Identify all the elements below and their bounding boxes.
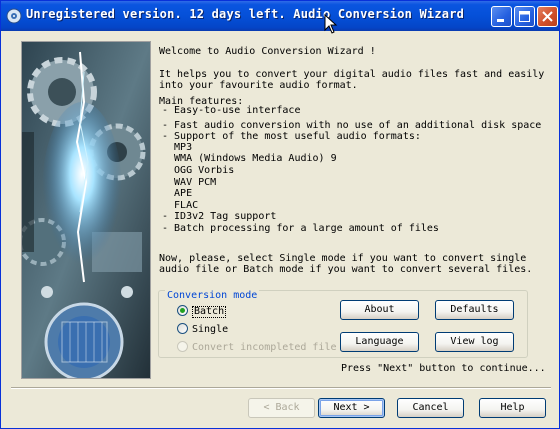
batch-radio[interactable] <box>177 305 188 316</box>
close-icon <box>542 11 553 22</box>
window-title: Unregistered version. 12 days left. Audi… <box>26 7 465 21</box>
minimize-icon <box>497 19 504 22</box>
format-item: OGG Vorbis <box>162 165 235 176</box>
format-item: WAV PCM <box>162 177 217 188</box>
next-button[interactable]: Next > <box>318 398 385 418</box>
format-item: WMA (Windows Media Audio) 9 <box>162 153 337 164</box>
defaults-button[interactable]: Defaults <box>435 300 514 320</box>
view-log-button[interactable]: View log <box>435 332 514 352</box>
batch-radio-label[interactable]: Batch <box>192 306 227 318</box>
instruction-line-1: Now, please, select Single mode if you w… <box>159 253 527 264</box>
convert-incompleted-label: Convert incompleted file <box>192 342 337 353</box>
radio-selected-dot <box>180 308 185 313</box>
help-button[interactable]: Help <box>479 398 546 418</box>
cancel-button[interactable]: Cancel <box>397 398 464 418</box>
maximize-button[interactable] <box>514 6 535 27</box>
maximize-icon <box>519 11 530 22</box>
single-radio[interactable] <box>177 323 188 334</box>
minimize-button[interactable] <box>491 6 512 27</box>
continue-hint: Press "Next" button to continue... <box>341 363 546 374</box>
language-button[interactable]: Language <box>340 332 419 352</box>
feature-item: - Easy-to-use interface <box>162 105 301 116</box>
footer-separator <box>11 387 551 389</box>
conversion-mode-label: Conversion mode <box>165 290 260 301</box>
back-button[interactable]: < Back <box>248 398 315 418</box>
close-button[interactable] <box>537 6 558 27</box>
title-bar[interactable]: Unregistered version. 12 days left. Audi… <box>1 1 559 31</box>
feature-item: - Fast audio conversion with no use of a… <box>162 120 542 131</box>
decorative-banner <box>21 41 151 379</box>
mouse-cursor-icon <box>324 14 338 34</box>
feature-item: - Support of the most useful audio forma… <box>162 131 421 142</box>
welcome-text: Welcome to Audio Conversion Wizard ! <box>159 46 376 57</box>
instruction-line-2: audio file or Batch mode if you want to … <box>159 264 533 275</box>
about-button[interactable]: About <box>340 300 419 320</box>
description-line-2: into your favourite audio format. <box>159 80 358 91</box>
feature-item: - ID3v2 Tag support <box>162 211 277 222</box>
description-line-1: It helps you to convert your digital aud… <box>159 69 545 80</box>
format-item: MP3 <box>162 142 193 153</box>
app-icon <box>6 8 22 24</box>
convert-incompleted-radio <box>177 341 188 352</box>
wizard-window: Unregistered version. 12 days left. Audi… <box>0 0 560 429</box>
format-item: FLAC <box>162 200 199 211</box>
single-radio-label[interactable]: Single <box>192 324 228 335</box>
format-item: APE <box>162 188 193 199</box>
feature-item: - Batch processing for a large amount of… <box>162 223 439 234</box>
